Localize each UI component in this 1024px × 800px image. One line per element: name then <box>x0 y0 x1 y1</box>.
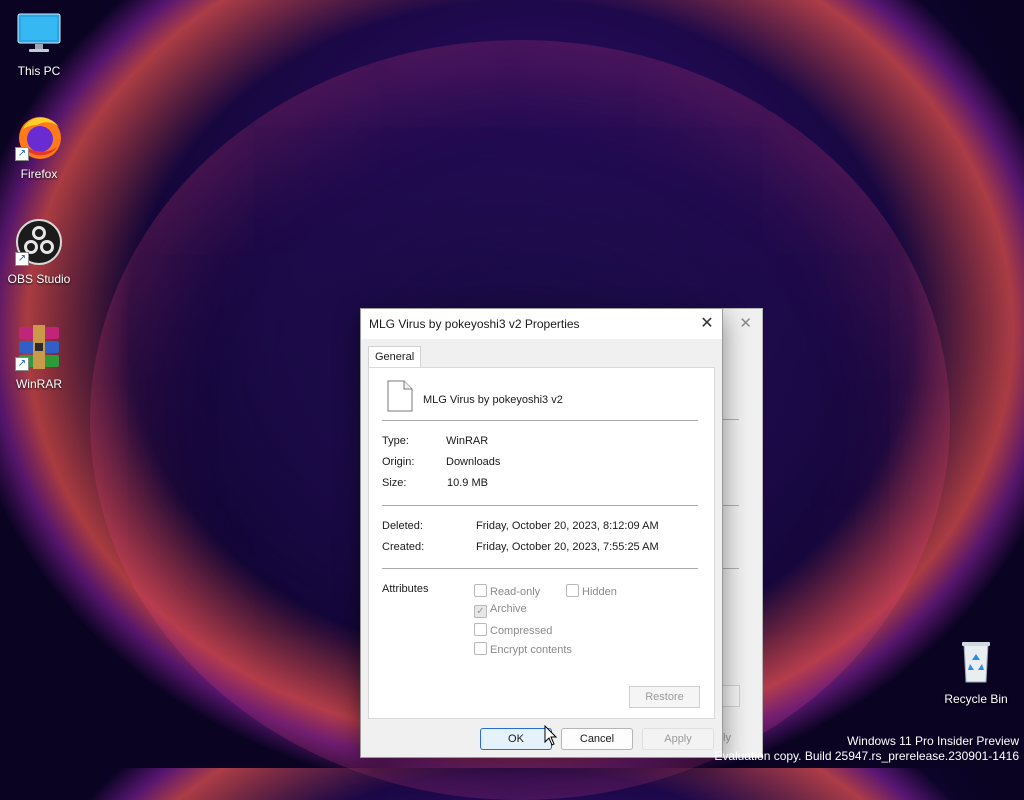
encrypt-label: Encrypt contents <box>490 644 572 656</box>
obs-icon: ↗ <box>15 218 63 266</box>
mouse-cursor-icon <box>544 725 558 746</box>
desktop-icon-label: This PC <box>17 64 61 78</box>
separator-line <box>723 505 739 506</box>
close-icon: ✕ <box>700 315 714 332</box>
desktop-icon-this-pc[interactable]: This PC <box>1 10 77 78</box>
desktop-icon-label: Firefox <box>20 167 58 181</box>
winrar-icon: ↗ <box>15 323 63 371</box>
file-icon <box>387 380 413 412</box>
separator <box>382 568 698 569</box>
deleted-value: Friday, October 20, 2023, 8:12:09 AM <box>476 520 659 532</box>
cancel-button[interactable]: Cancel <box>561 728 633 750</box>
compressed-label: Compressed <box>490 625 553 637</box>
desktop-icon-winrar[interactable]: ↗ WinRAR <box>1 323 77 391</box>
watermark-line-2: Evaluation copy. Build 25947.rs_prerelea… <box>714 749 1019 763</box>
encrypt-checkbox[interactable]: Encrypt contents <box>474 642 572 656</box>
close-button[interactable]: ✕ <box>692 309 722 339</box>
file-name: MLG Virus by pokeyoshi3 v2 <box>423 394 563 406</box>
checkmark-icon: ✓ <box>474 605 487 618</box>
general-tab-panel: MLG Virus by pokeyoshi3 v2 Type: WinRAR … <box>368 367 715 719</box>
attributes-label: Attributes <box>382 583 429 595</box>
separator <box>382 505 698 506</box>
separator-line <box>723 419 739 420</box>
desktop-icon-label: OBS Studio <box>7 272 71 286</box>
read-only-checkbox[interactable]: Read-only <box>474 584 540 598</box>
shortcut-arrow-icon: ↗ <box>15 357 29 371</box>
size-label: Size: <box>382 477 407 489</box>
checkbox-box <box>474 623 487 636</box>
separator-line <box>723 568 739 569</box>
created-value: Friday, October 20, 2023, 7:55:25 AM <box>476 541 659 553</box>
close-icon[interactable]: ✕ <box>739 314 752 332</box>
separator <box>382 420 698 421</box>
dialog-title: MLG Virus by pokeyoshi3 v2 Properties <box>369 317 580 331</box>
os-watermark: Windows 11 Pro Insider Preview Evaluatio… <box>714 734 1019 764</box>
checkbox-box <box>474 642 487 655</box>
archive-label: Archive <box>490 603 527 615</box>
origin-label: Origin: <box>382 456 415 468</box>
desktop-icon-recycle-bin[interactable]: Recycle Bin <box>938 638 1014 706</box>
desktop-icon-obs-studio[interactable]: ↗ OBS Studio <box>1 218 77 286</box>
type-label: Type: <box>382 435 409 447</box>
desktop-icon-firefox[interactable]: ↗ Firefox <box>1 113 77 181</box>
type-value: WinRAR <box>446 435 489 447</box>
recycle-bin-label: Recycle Bin <box>944 692 1008 706</box>
desktop-icon-label: WinRAR <box>15 377 62 391</box>
archive-checkbox[interactable]: ✓ Archive <box>474 603 527 618</box>
origin-value: Downloads <box>446 456 501 468</box>
restore-button-partial <box>723 685 740 707</box>
checkbox-box <box>474 584 487 597</box>
monitor-icon <box>15 10 63 58</box>
properties-dialog[interactable]: MLG Virus by pokeyoshi3 v2 Properties ✕ … <box>360 308 723 758</box>
compressed-checkbox[interactable]: Compressed <box>474 623 552 637</box>
tab-general[interactable]: General <box>368 346 422 368</box>
hidden-label: Hidden <box>582 586 617 598</box>
deleted-label: Deleted: <box>382 520 423 532</box>
firefox-icon: ↗ <box>15 113 63 161</box>
shortcut-arrow-icon: ↗ <box>15 147 29 161</box>
watermark-line-1: Windows 11 Pro Insider Preview <box>847 734 1019 748</box>
ok-button[interactable]: OK <box>480 728 552 750</box>
shortcut-arrow-icon: ↗ <box>15 252 29 266</box>
hidden-checkbox[interactable]: Hidden <box>566 584 617 598</box>
checkbox-box <box>566 584 579 597</box>
title-bar: MLG Virus by pokeyoshi3 v2 Properties ✕ <box>361 309 722 339</box>
size-value: 10.9 MB <box>447 477 488 489</box>
apply-button[interactable]: Apply <box>642 728 714 750</box>
restore-button[interactable]: Restore <box>629 686 700 708</box>
created-label: Created: <box>382 541 425 553</box>
read-only-label: Read-only <box>490 586 541 598</box>
recycle-bin-icon <box>952 638 1000 686</box>
